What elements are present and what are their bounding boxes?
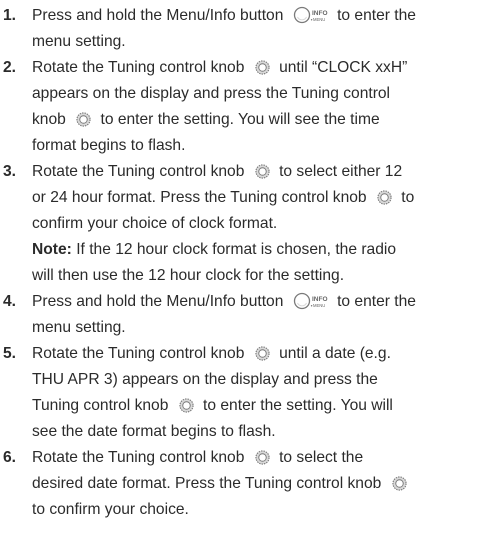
step-line: format begins to flash. xyxy=(32,133,493,159)
step-text-segment: Press and hold the Menu/Info button xyxy=(32,293,288,310)
step-text-segment: confirm your choice of clock format. xyxy=(32,215,278,232)
step-text-segment: to enter the setting. You will see the t… xyxy=(96,111,380,128)
step-text-segment: Rotate the Tuning control knob xyxy=(32,163,249,180)
step-line: knob to enter the setting. You will see … xyxy=(32,107,493,133)
tuning-knob-icon xyxy=(255,164,270,179)
step-text: Rotate the Tuning control knob until “CL… xyxy=(32,55,493,159)
step-text-segment: format begins to flash. xyxy=(32,137,186,154)
tuning-knob-icon xyxy=(255,450,270,465)
tuning-knob-icon xyxy=(377,190,392,205)
step-line: Rotate the Tuning control knob until “CL… xyxy=(32,55,493,81)
step-text: Rotate the Tuning control knob to select… xyxy=(32,445,493,523)
step-number: 5. xyxy=(3,345,17,362)
tuning-knob-icon xyxy=(255,60,270,75)
step-line: appears on the display and press the Tun… xyxy=(32,81,493,107)
step-text-segment: see the date format begins to flash. xyxy=(32,423,276,440)
step-number: 2. xyxy=(3,59,17,76)
step-text-segment: to enter the xyxy=(332,7,416,24)
step-text-segment: menu setting. xyxy=(32,319,126,336)
step-text-segment: appears on the display and press the Tun… xyxy=(32,85,391,102)
step-text-segment: knob xyxy=(32,111,71,128)
step-text-segment: Rotate the Tuning control knob xyxy=(32,449,249,466)
step-text-segment: to select either 12 xyxy=(274,163,403,180)
step-line: confirm your choice of clock format. xyxy=(32,211,493,237)
step-number: 1. xyxy=(3,7,17,24)
menu-info-button-icon: INFOMENU xyxy=(293,292,328,310)
step-line: to confirm your choice. xyxy=(32,497,493,523)
tuning-knob-icon xyxy=(392,476,407,491)
step-line: see the date format begins to flash. xyxy=(32,419,493,445)
svg-text:INFO: INFO xyxy=(312,10,328,17)
step-text: Rotate the Tuning control knob until a d… xyxy=(32,341,493,445)
step-line: Press and hold the Menu/Info button INFO… xyxy=(32,289,493,315)
tuning-knob-icon xyxy=(179,398,194,413)
step-text-segment: to enter the xyxy=(332,293,416,310)
step-text-segment: to confirm your choice. xyxy=(32,501,189,518)
tuning-knob-icon xyxy=(255,346,270,361)
step-line: Tuning control knob to enter the setting… xyxy=(32,393,493,419)
step-text-segment: to xyxy=(396,189,415,206)
step-text-segment: will then use the 12 hour clock for the … xyxy=(32,267,345,284)
step-line: THU APR 3) appears on the display and pr… xyxy=(32,367,493,393)
step-line: Rotate the Tuning control knob to select… xyxy=(32,159,493,185)
step-text: Press and hold the Menu/Info button INFO… xyxy=(32,3,493,55)
step-line: Rotate the Tuning control knob to select… xyxy=(32,445,493,471)
step-text: Press and hold the Menu/Info button INFO… xyxy=(32,289,493,341)
step-number: 3. xyxy=(3,163,17,180)
menu-info-button-icon: INFOMENU xyxy=(293,6,328,24)
step-text-segment: THU APR 3) appears on the display and pr… xyxy=(32,371,378,388)
step-text: Rotate the Tuning control knob to select… xyxy=(32,159,493,289)
step-line: menu setting. xyxy=(32,29,493,55)
step-line: Press and hold the Menu/Info button INFO… xyxy=(32,3,493,29)
step-line: Rotate the Tuning control knob until a d… xyxy=(32,341,493,367)
step-number: 4. xyxy=(3,293,17,310)
step-text-segment: If the 12 hour clock format is chosen, t… xyxy=(71,241,397,258)
svg-text:MENU: MENU xyxy=(313,17,325,22)
step-text-segment: or 24 hour format. Press the Tuning cont… xyxy=(32,189,371,206)
step-text-segment: until a date (e.g. xyxy=(274,345,391,362)
svg-text:MENU: MENU xyxy=(313,303,325,308)
step-line: desired date format. Press the Tuning co… xyxy=(32,471,493,497)
svg-text:INFO: INFO xyxy=(312,296,328,303)
step-text-segment: Tuning control knob xyxy=(32,397,173,414)
step-text-segment: menu setting. xyxy=(32,33,126,50)
step-text-segment: to select the xyxy=(274,449,364,466)
note-label: Note: xyxy=(32,241,72,258)
step-text-segment: until “CLOCK xxH” xyxy=(274,59,408,76)
step-text-segment: desired date format. Press the Tuning co… xyxy=(32,475,386,492)
step-number: 6. xyxy=(3,449,17,466)
step-text-segment: Rotate the Tuning control knob xyxy=(32,345,249,362)
step-text-segment: Press and hold the Menu/Info button xyxy=(32,7,288,24)
tuning-knob-icon xyxy=(76,112,91,127)
step-line: will then use the 12 hour clock for the … xyxy=(32,263,493,289)
step-line: menu setting. xyxy=(32,315,493,341)
step-line: or 24 hour format. Press the Tuning cont… xyxy=(32,185,493,211)
step-text-segment: to enter the setting. You will xyxy=(198,397,393,414)
step-text-segment: Rotate the Tuning control knob xyxy=(32,59,249,76)
step-line: Note: If the 12 hour clock format is cho… xyxy=(32,237,493,263)
